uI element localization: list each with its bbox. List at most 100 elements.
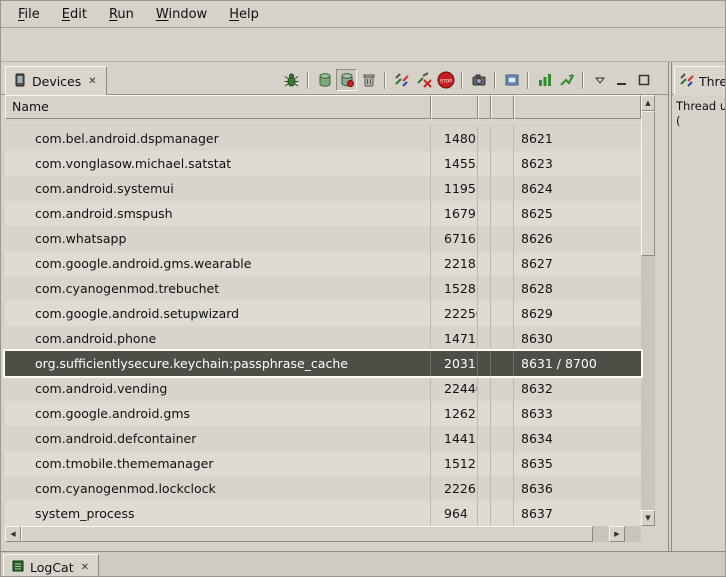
threads-message-line1: Thread up bbox=[676, 99, 726, 114]
process-port: 8636 bbox=[514, 476, 641, 501]
menu-help[interactable]: Help bbox=[218, 3, 270, 26]
devices-toolbar: STOP bbox=[281, 68, 654, 92]
toolbar-separator bbox=[527, 72, 529, 89]
menu-edit[interactable]: Edit bbox=[51, 3, 98, 26]
scroll-down-icon[interactable]: ▼ bbox=[641, 510, 655, 526]
horizontal-scrollbar[interactable]: ◀ ▶ bbox=[5, 526, 641, 542]
process-name: com.cyanogenmod.lockclock bbox=[5, 476, 431, 501]
capture-video-icon[interactable] bbox=[501, 69, 522, 91]
toolbar-separator bbox=[384, 72, 386, 89]
table-row[interactable]: com.android.vending 22440 8632 bbox=[5, 376, 641, 401]
process-name: com.android.vending bbox=[5, 376, 431, 401]
cell-spacer2 bbox=[491, 501, 514, 526]
column-header-name[interactable]: Name bbox=[5, 95, 431, 119]
process-table: Name com.bel.android.dspmanager 1480 862… bbox=[5, 62, 655, 551]
column-header-spacer2[interactable] bbox=[491, 95, 514, 119]
table-row[interactable]: com.cyanogenmod.lockclock 22265 8636 bbox=[5, 476, 641, 501]
device-table-body: com.bel.android.dspmanager 1480 8621 com… bbox=[5, 119, 641, 526]
process-port: 8632 bbox=[514, 376, 641, 401]
column-header-pid[interactable] bbox=[431, 95, 478, 119]
process-name: com.tmobile.thememanager bbox=[5, 451, 431, 476]
table-row[interactable]: com.android.smspush 1679 8625 bbox=[5, 201, 641, 226]
screen-capture-icon[interactable] bbox=[468, 69, 489, 91]
scroll-right-icon[interactable]: ▶ bbox=[609, 526, 625, 542]
cell-spacer2 bbox=[491, 201, 514, 226]
dump-hprof-icon[interactable] bbox=[336, 69, 357, 91]
table-row[interactable]: com.bel.android.dspmanager 1480 8621 bbox=[5, 126, 641, 151]
threads-message: Thread up ( bbox=[676, 99, 726, 129]
table-row[interactable]: com.android.phone 1471 8630 bbox=[5, 326, 641, 351]
tab-threads[interactable]: Threads bbox=[674, 66, 726, 95]
cell-spacer2 bbox=[491, 476, 514, 501]
table-row[interactable]: com.android.defcontainer 14411 8634 bbox=[5, 426, 641, 451]
tab-logcat-label: LogCat bbox=[30, 560, 74, 575]
cell-spacer2 bbox=[491, 126, 514, 151]
cell-spacer1 bbox=[478, 226, 491, 251]
process-pid: 20311 bbox=[431, 351, 478, 376]
process-pid: 22265 bbox=[431, 476, 478, 501]
cell-spacer1 bbox=[478, 451, 491, 476]
stop-process-icon[interactable]: STOP bbox=[435, 69, 456, 91]
cell-spacer1 bbox=[478, 376, 491, 401]
cell-spacer1 bbox=[478, 476, 491, 501]
tab-threads-label: Threads bbox=[699, 74, 726, 89]
cause-gc-icon[interactable] bbox=[358, 69, 379, 91]
table-row[interactable]: com.google.android.gms.wearable 22185 86… bbox=[5, 251, 641, 276]
close-icon[interactable]: ✕ bbox=[86, 75, 98, 88]
update-heap-icon[interactable] bbox=[314, 69, 335, 91]
tab-devices[interactable]: Devices ✕ bbox=[5, 66, 107, 95]
table-row[interactable]: com.google.android.gms 12623 8633 bbox=[5, 401, 641, 426]
process-name: com.android.defcontainer bbox=[5, 426, 431, 451]
table-row[interactable]: org.sufficientlysecure.keychain:passphra… bbox=[5, 351, 641, 376]
cell-spacer1 bbox=[478, 426, 491, 451]
process-port: 8637 bbox=[514, 501, 641, 526]
menu-file[interactable]: File bbox=[7, 3, 51, 26]
scroll-left-icon[interactable]: ◀ bbox=[5, 526, 21, 542]
network-stats-icon[interactable] bbox=[556, 69, 577, 91]
minimize-icon[interactable] bbox=[611, 69, 632, 91]
process-name: org.sufficientlysecure.keychain:passphra… bbox=[5, 351, 431, 376]
menu-window[interactable]: Window bbox=[145, 3, 218, 26]
cell-spacer2 bbox=[491, 451, 514, 476]
maximize-icon[interactable] bbox=[633, 69, 654, 91]
table-row[interactable]: com.vonglasow.michael.satstat 14553 8623 bbox=[5, 151, 641, 176]
update-threads-icon[interactable] bbox=[391, 69, 412, 91]
horizontal-scroll-thumb[interactable] bbox=[21, 526, 593, 542]
view-menu-icon[interactable] bbox=[589, 69, 610, 91]
process-port: 8624 bbox=[514, 176, 641, 201]
vertical-scroll-thumb[interactable] bbox=[641, 111, 655, 256]
table-row[interactable]: com.cyanogenmod.trebuchet 1528 8628 bbox=[5, 276, 641, 301]
allocation-tracker-icon[interactable] bbox=[534, 69, 555, 91]
devices-pane: Devices ✕ STOP Name com.bel.android.dspm… bbox=[1, 62, 668, 551]
process-name: com.android.phone bbox=[5, 326, 431, 351]
cell-spacer1 bbox=[478, 326, 491, 351]
table-row[interactable]: com.google.android.setupwizard 22250 862… bbox=[5, 301, 641, 326]
process-pid: 22185 bbox=[431, 251, 478, 276]
close-icon[interactable]: ✕ bbox=[79, 561, 91, 574]
process-name: com.cyanogenmod.trebuchet bbox=[5, 276, 431, 301]
vertical-scrollbar[interactable]: ▲ ▼ bbox=[641, 95, 655, 526]
ddms-window: FileEditRunWindowHelp Devices ✕ STOP Nam… bbox=[0, 0, 726, 577]
threads-pane: Threads Thread up ( bbox=[672, 62, 726, 551]
start-method-profiling-icon[interactable] bbox=[413, 69, 434, 91]
device-icon bbox=[13, 73, 27, 90]
menu-run[interactable]: Run bbox=[98, 3, 145, 26]
cell-spacer1 bbox=[478, 251, 491, 276]
table-row[interactable]: com.android.systemui 1195 8624 bbox=[5, 176, 641, 201]
process-name: com.vonglasow.michael.satstat bbox=[5, 151, 431, 176]
scroll-up-icon[interactable]: ▲ bbox=[641, 95, 655, 111]
cell-spacer2 bbox=[491, 376, 514, 401]
debug-process-icon[interactable] bbox=[281, 69, 302, 91]
table-row[interactable]: com.tmobile.thememanager 1512 8635 bbox=[5, 451, 641, 476]
process-pid: 1512 bbox=[431, 451, 478, 476]
column-header-port[interactable] bbox=[514, 95, 641, 119]
table-row[interactable]: system_process 964 8637 bbox=[5, 501, 641, 526]
table-row[interactable]: com.whatsapp 6716 8626 bbox=[5, 226, 641, 251]
process-port: 8630 bbox=[514, 326, 641, 351]
tab-logcat[interactable]: LogCat ✕ bbox=[3, 554, 99, 577]
toolbar-separator bbox=[494, 72, 496, 89]
process-pid: 14411 bbox=[431, 426, 478, 451]
menubar: FileEditRunWindowHelp bbox=[1, 1, 725, 28]
cell-spacer1 bbox=[478, 151, 491, 176]
column-header-spacer1[interactable] bbox=[478, 95, 491, 119]
